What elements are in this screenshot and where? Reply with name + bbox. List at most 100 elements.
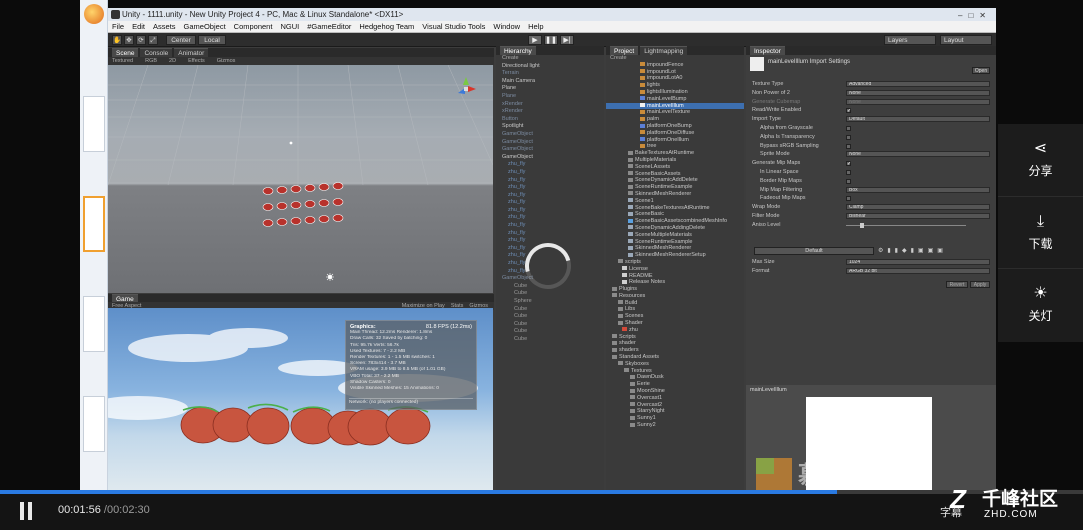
inspector-dropdown[interactable]: Bilinear (846, 213, 990, 219)
project-item[interactable]: SceneBasicAssetscombinedMeshInfo (606, 218, 744, 225)
progress-bar[interactable] (0, 490, 1083, 494)
project-item[interactable]: MoonShine (606, 388, 744, 395)
project-item[interactable]: SceneBakeTexturesAtRuntime (606, 205, 744, 212)
project-item[interactable]: SceneBasicAssets (606, 171, 744, 178)
project-item[interactable]: Eerie (606, 381, 744, 388)
window-controls[interactable]: –□✕ (958, 9, 992, 22)
step-button[interactable]: ▶| (560, 35, 574, 45)
checkbox[interactable] (846, 143, 851, 149)
project-item[interactable]: Sunny2 (606, 422, 744, 429)
scale-tool-button[interactable]: ⤢ (148, 35, 158, 45)
project-item[interactable]: Skyboxes (606, 361, 744, 368)
platform-icons[interactable]: ⚙▮▮◆▮▣▣▣ (878, 247, 947, 254)
checkbox[interactable] (846, 126, 851, 131)
project-item[interactable]: SceneRuntimeExample (606, 184, 744, 191)
hierarchy-item[interactable]: Main Camera (496, 78, 604, 86)
project-item[interactable]: SceneDynamicAddDelete (606, 177, 744, 184)
menu-item-visual-studio-tools[interactable]: Visual Studio Tools (422, 22, 485, 31)
hierarchy-item[interactable]: zhu_fly (496, 184, 604, 192)
hierarchy-item[interactable]: xRender (496, 101, 604, 109)
hierarchy-item[interactable]: Plane (496, 93, 604, 101)
hierarchy-item[interactable]: zhu_fly (496, 222, 604, 230)
project-item[interactable]: Libs (606, 306, 744, 313)
move-tool-button[interactable]: ✥ (124, 35, 134, 45)
project-item[interactable]: tree (606, 143, 744, 150)
project-item[interactable]: Build (606, 300, 744, 307)
project-item[interactable]: zhu (606, 327, 744, 334)
project-item[interactable]: SkinnedMeshRenderer (606, 191, 744, 198)
hierarchy-item[interactable]: GameObject (496, 146, 604, 154)
play-button[interactable]: ▶ (528, 35, 542, 45)
hierarchy-item[interactable]: zhu_fly (496, 207, 604, 215)
checkbox-checked[interactable]: ✓ (846, 161, 851, 167)
pivot-center-button[interactable]: Center (166, 35, 196, 45)
project-item[interactable]: Textures (606, 368, 744, 375)
project-item[interactable]: impoundLot (606, 69, 744, 76)
hierarchy-item[interactable]: Cube (496, 328, 604, 336)
project-item[interactable]: Plugins (606, 286, 744, 293)
download-button[interactable]: ⤓ 下载 (998, 196, 1083, 268)
max-size-dropdown[interactable]: 1024 (846, 259, 990, 265)
inspector-dropdown[interactable]: None (846, 89, 990, 96)
project-item[interactable]: Scripts (606, 334, 744, 341)
hierarchy-item[interactable]: zhu_fly (496, 192, 604, 200)
project-item[interactable]: Overcast2 (606, 402, 744, 409)
slider-thumb[interactable] (860, 222, 864, 228)
revert-button[interactable]: Revert (946, 281, 968, 288)
checkbox[interactable] (846, 178, 851, 184)
scene-gizmo-icon[interactable] (458, 77, 476, 94)
platform-default-tab[interactable]: Default (754, 247, 874, 255)
hierarchy-item[interactable]: Cube (496, 313, 604, 321)
menu-item-help[interactable]: Help (528, 22, 543, 31)
inspector-dropdown[interactable]: None (846, 151, 990, 158)
project-item[interactable]: Sunny1 (606, 415, 744, 422)
hierarchy-item[interactable]: Cube (496, 336, 604, 344)
project-item[interactable]: platformOneDiffuse (606, 130, 744, 137)
project-item[interactable]: Release Notes (606, 279, 744, 286)
lights-off-button[interactable]: ☀ 关灯 (998, 268, 1083, 340)
hierarchy-item[interactable]: Button (496, 116, 604, 124)
hierarchy-item[interactable]: Cube (496, 306, 604, 314)
menu-item-window[interactable]: Window (493, 22, 520, 31)
hierarchy-create-button[interactable]: Create (496, 55, 604, 63)
share-button[interactable]: ⋖ 分享 (998, 124, 1083, 196)
project-item[interactable]: License (606, 266, 744, 273)
inspector-dropdown[interactable]: Clamp (846, 204, 990, 211)
hierarchy-item[interactable]: xRender (496, 108, 604, 116)
project-item[interactable]: impoundLotA0 (606, 75, 744, 82)
aniso-slider[interactable] (846, 222, 966, 228)
scene-option-gizmos[interactable]: Gizmos (217, 58, 236, 64)
checkbox[interactable] (846, 134, 851, 140)
project-item[interactable]: lights (606, 82, 744, 89)
hierarchy-item[interactable]: Sphere (496, 298, 604, 306)
open-button[interactable]: Open (972, 67, 990, 74)
menu-item-component[interactable]: Component (234, 22, 273, 31)
menu-item-assets[interactable]: Assets (153, 22, 176, 31)
project-item[interactable]: Resources (606, 293, 744, 300)
menu-item-gameobject[interactable]: GameObject (184, 22, 226, 31)
hierarchy-item[interactable]: Cube (496, 321, 604, 329)
game-view[interactable]: Graphics: 81.8 FPS (12.2ms) Main Thread:… (108, 308, 493, 490)
project-item[interactable]: Scenes (606, 313, 744, 320)
hierarchy-item[interactable]: zhu_fly (496, 199, 604, 207)
project-item[interactable]: SceneDynamicAddingDelete (606, 225, 744, 232)
inspector-dropdown[interactable]: Default (846, 116, 990, 123)
checkbox[interactable] (846, 196, 851, 202)
project-item[interactable]: SkinnedMeshRenderer (606, 245, 744, 252)
pause-icon[interactable] (18, 502, 34, 520)
scene-option-effects[interactable]: Effects (188, 58, 205, 64)
project-create-button[interactable]: Create (606, 55, 744, 62)
menu-item-ngui[interactable]: NGUI (280, 22, 299, 31)
apply-button[interactable]: Apply (970, 281, 990, 288)
inspector-dropdown[interactable]: Advanced (846, 81, 990, 87)
project-item[interactable]: MultipleMaterials (606, 157, 744, 164)
space-local-button[interactable]: Local (198, 35, 226, 45)
project-item[interactable]: SkinnedMeshRendererSetup (606, 252, 744, 259)
hand-tool-button[interactable]: ✋ (112, 35, 122, 45)
project-item[interactable]: SceneBasic (606, 211, 744, 218)
pause-button[interactable]: ❚❚ (544, 35, 558, 45)
project-item[interactable]: lightsIllumination (606, 89, 744, 96)
menu-item-hedgehog-team[interactable]: Hedgehog Team (359, 22, 414, 31)
checkbox[interactable] (846, 170, 851, 175)
layers-dropdown[interactable]: Layers (884, 35, 936, 45)
